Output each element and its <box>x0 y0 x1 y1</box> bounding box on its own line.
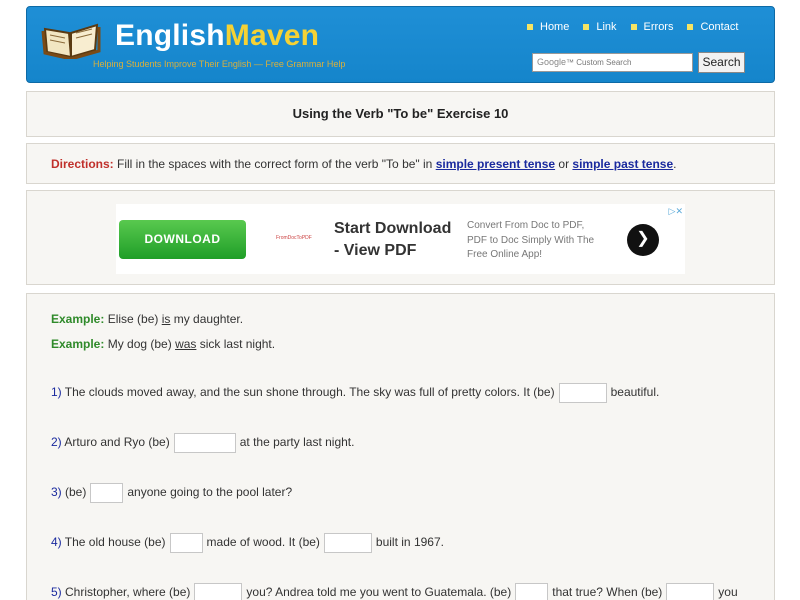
simple-past-link[interactable]: simple past tense <box>572 157 673 171</box>
question-text: The clouds moved away, and the sun shone… <box>61 385 555 400</box>
directions-body-3: . <box>673 157 677 171</box>
question-text: built in 1967. <box>375 535 444 550</box>
nav-link-label: Link <box>596 21 617 33</box>
nav-link[interactable]: Link <box>583 21 617 33</box>
bullet-icon <box>583 24 590 30</box>
answer-field-1[interactable] <box>558 383 607 403</box>
question-4: 4) The old house (be) made of wood. It (b… <box>51 533 444 553</box>
simple-present-link[interactable]: simple present tense <box>436 157 555 171</box>
bullet-icon <box>527 24 533 30</box>
title-panel: Using the Verb "To be" Exercise 10 <box>26 91 775 137</box>
question-5: 5) Christopher, where (be) you? Andrea to… <box>51 583 738 600</box>
bullet-icon <box>687 24 694 30</box>
question-text: Christopher, where (be) <box>61 585 191 600</box>
ad-panel: ▷✕ DOWNLOAD FromDocToPDF Start Download … <box>26 190 775 285</box>
top-nav: Home Link Errors Contact <box>527 21 738 33</box>
nav-home-label: Home <box>540 21 570 33</box>
site-logo[interactable]: EnglishMaven <box>115 19 319 53</box>
example-label: Example: <box>51 337 105 351</box>
search-input[interactable]: Google™ Custom Search <box>532 53 693 72</box>
nav-errors[interactable]: Errors <box>630 21 674 33</box>
directions-panel: Directions: Fill in the spaces with the … <box>26 143 775 184</box>
nav-errors-label: Errors <box>643 21 674 33</box>
example-text: my daughter. <box>170 312 244 326</box>
ad-download-button[interactable]: DOWNLOAD <box>119 220 246 259</box>
ad-choices-icon[interactable]: ▷✕ <box>669 206 683 217</box>
page-title: Using the Verb "To be" Exercise 10 <box>292 106 509 121</box>
nav-contact[interactable]: Contact <box>687 21 738 33</box>
ad-banner[interactable]: ▷✕ DOWNLOAD FromDocToPDF Start Download … <box>116 204 685 274</box>
nav-home[interactable]: Home <box>527 21 569 33</box>
question-text: that true? When (be) <box>552 585 663 600</box>
directions-body-2: or <box>555 157 573 171</box>
answer-field-4a[interactable] <box>169 533 203 553</box>
answer-field-5c[interactable] <box>666 583 715 600</box>
answer-field-5a[interactable] <box>194 583 243 600</box>
ad-description: Convert From Doc to PDF, PDF to Doc Simp… <box>467 220 595 260</box>
question-1: 1) The clouds moved away, and the sun sh… <box>51 383 659 403</box>
book-logo-icon[interactable] <box>41 19 101 59</box>
answer-field-3[interactable] <box>90 483 124 503</box>
site-header: EnglishMaven Helping Students Improve Th… <box>26 6 775 83</box>
question-text: made of wood. It (be) <box>206 535 320 550</box>
question-number: 2) <box>51 435 62 450</box>
question-number: 1) <box>51 385 62 400</box>
google-mark: Google <box>537 57 567 67</box>
answer-field-2[interactable] <box>173 433 236 453</box>
example-1: Example: Elise (be) is my daughter. <box>51 312 243 326</box>
example-text: sick last night. <box>196 337 276 351</box>
answer-field-4b[interactable] <box>323 533 372 553</box>
question-2: 2) Arturo and Ryo (be) at the party last … <box>51 433 354 453</box>
logo-english: English <box>115 19 225 52</box>
question-text: Arturo and Ryo (be) <box>61 435 170 450</box>
ad-headline[interactable]: Start Download - View PDF <box>334 218 459 262</box>
question-text: you <box>718 585 738 600</box>
example-label: Example: <box>51 312 105 326</box>
bullet-icon <box>630 24 637 30</box>
search-button[interactable]: Search <box>698 52 745 73</box>
answer-field-5b[interactable] <box>515 583 549 600</box>
example-text: Elise (be) <box>104 312 162 326</box>
example-text: My dog (be) <box>104 337 176 351</box>
question-number: 3) <box>51 485 62 500</box>
site-tagline: Helping Students Improve Their English —… <box>93 59 346 69</box>
question-number: 4) <box>51 535 62 550</box>
question-text: The old house (be) <box>61 535 166 550</box>
logo-maven: Maven <box>224 19 320 52</box>
directions-body-1: Fill in the spaces with the correct form… <box>113 157 436 171</box>
question-text: you? Andrea told me you went to Guatemal… <box>246 585 512 600</box>
question-3: 3) (be) anyone going to the pool later? <box>51 483 292 503</box>
example-2: Example: My dog (be) was sick last night… <box>51 337 275 351</box>
question-text: beautiful. <box>610 385 660 400</box>
question-text: anyone going to the pool later? <box>127 485 293 500</box>
nav-contact-label: Contact <box>700 21 739 33</box>
search-placeholder: Custom Search <box>576 58 632 67</box>
ad-brand: FromDocToPDF <box>276 235 312 241</box>
chevron-right-icon[interactable]: ❯ <box>627 224 659 256</box>
question-text: at the party last night. <box>239 435 355 450</box>
exercise-panel: Example: Elise (be) is my daughter. Exam… <box>26 293 775 600</box>
directions-text: Directions: Fill in the spaces with the … <box>51 157 676 171</box>
directions-label: Directions: <box>51 157 114 171</box>
question-number: 5) <box>51 585 62 600</box>
question-text: (be) <box>61 485 87 500</box>
example-answer: was <box>175 337 197 351</box>
